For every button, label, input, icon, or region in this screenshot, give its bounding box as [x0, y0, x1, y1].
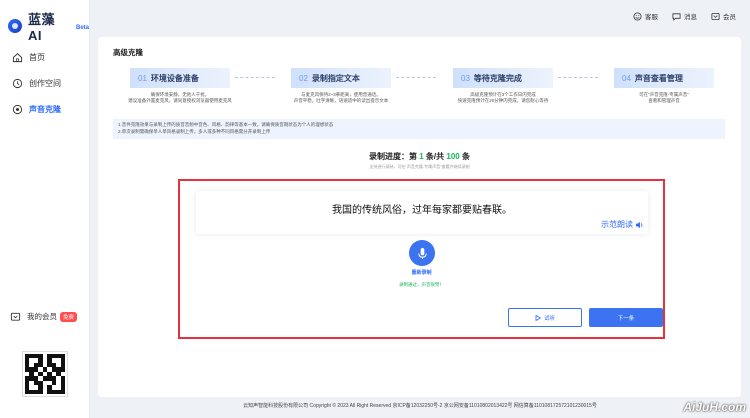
- notice-line: 2.单次录制需确保单人单风格录制上传，多人或多种不同风格需分开录制上传: [118, 128, 271, 134]
- sidebar-nav: 首页 创作空间 声音克隆: [0, 44, 90, 122]
- messages-link[interactable]: 消息: [672, 11, 697, 21]
- step-description: 高级克隆预计在3个工作日内完成 快速克隆预计在20分钟内完成，请您耐心等待: [457, 92, 549, 103]
- demo-read-button[interactable]: 示范朗读: [601, 219, 644, 230]
- step-4: 04 声音查看管理: [614, 68, 714, 88]
- member-label: 我的会员: [27, 312, 57, 321]
- member-link[interactable]: 会员: [711, 11, 736, 21]
- record-progress: 录制进度：第 1 条/共 100 条: [369, 152, 470, 161]
- step-title: 声音查看管理: [634, 73, 683, 83]
- main-panel: 高级克隆 01 环境设备准备 02 录制指定文本 03 等待克隆完成 04 声音…: [98, 37, 741, 397]
- next-button[interactable]: 下一条: [589, 308, 663, 327]
- speaker-icon: [635, 221, 643, 228]
- sidebar-item-label: 首页: [29, 52, 45, 62]
- recording-area: 我国的传统风俗，过年每家都要贴春联。 示范朗读 重新录制 录制通过，声音很赞！ …: [178, 179, 665, 339]
- member-free-badge: 免费: [60, 311, 78, 322]
- step-title: 等待克隆完成: [473, 73, 522, 83]
- brand-logo[interactable]: 蓝藻 AI Beta: [8, 9, 89, 43]
- step-3: 03 等待克隆完成: [453, 68, 553, 88]
- sentence-text: 我国的传统风俗，过年每家都要贴春联。: [332, 205, 512, 216]
- microphone-icon: [417, 247, 427, 259]
- sidebar-item-voice-clone[interactable]: 声音克隆: [0, 96, 90, 122]
- record-mic-button[interactable]: [409, 240, 435, 266]
- clock-icon: [12, 78, 23, 88]
- brand-name: 蓝藻 AI: [27, 12, 55, 43]
- service-label: 客服: [645, 14, 658, 21]
- step-title: 环境设备准备: [150, 73, 199, 83]
- member-icon: [10, 312, 21, 321]
- member-card-icon: [711, 12, 720, 20]
- step-description: 确保环境安静，无他人干扰。 建议准备外置麦克风，请同意授权浏览器使用麦克风: [128, 92, 232, 103]
- step-2: 02 录制指定文本: [291, 68, 391, 88]
- step-divider: [396, 77, 436, 78]
- messages-label: 消息: [684, 14, 697, 21]
- progress-hint: 支持进行录制，可在"声音克隆-专属声音"查看并继续录制: [369, 164, 470, 169]
- step-1: 01 环境设备准备: [130, 68, 230, 88]
- sidebar: 蓝藻 AI Beta 首页 创作空间 声音克隆 我的会员 免费: [0, 0, 90, 418]
- step-description: 与麦克风保持2~3拳距离，使用普通话。 声音平稳，吐字清晰，语速适中的读出提示文本: [293, 92, 389, 103]
- sidebar-item-home[interactable]: 首页: [0, 44, 90, 70]
- voice-icon: [12, 104, 23, 114]
- beta-badge: Beta: [75, 24, 89, 31]
- sidebar-item-label: 创作空间: [29, 78, 61, 88]
- step-title: 录制指定文本: [311, 73, 360, 83]
- step-number: 01: [138, 73, 147, 83]
- sidebar-item-member[interactable]: 我的会员 免费: [10, 311, 78, 322]
- message-icon: [672, 12, 681, 21]
- step-number: 04: [622, 73, 631, 83]
- rerecord-label[interactable]: 重新录制: [180, 269, 663, 276]
- step-number: 02: [299, 73, 308, 83]
- steps-bar: 01 环境设备准备 02 录制指定文本 03 等待克隆完成 04 声音查看管理 …: [98, 68, 741, 103]
- service-link[interactable]: 客服: [633, 11, 658, 21]
- page-title: 高级克隆: [113, 48, 143, 57]
- progress-current: 1: [419, 152, 424, 161]
- listen-button[interactable]: 试听: [508, 308, 582, 327]
- watermark: AiJuH.com: [683, 400, 746, 414]
- play-icon: [535, 314, 541, 321]
- sidebar-item-workspace[interactable]: 创作空间: [0, 70, 90, 96]
- footer-copyright: 云知声智能科技股份有限公司 Copyright © 2023 All Right…: [243, 403, 597, 409]
- step-divider: [235, 77, 275, 78]
- progress-total: 100: [446, 152, 460, 161]
- record-passed-message: 录制通过，声音很赞！: [399, 282, 444, 287]
- home-icon: [12, 52, 23, 62]
- logo-icon: [8, 19, 22, 33]
- step-number: 03: [461, 73, 470, 83]
- step-divider: [558, 77, 598, 78]
- smile-icon: [633, 11, 642, 21]
- sentence-card: 我国的传统风俗，过年每家都要贴春联。 示范朗读: [196, 191, 648, 234]
- top-bar: 客服 消息 会员: [90, 0, 750, 32]
- step-description: 可在"声音克隆-专属声音" 查看和管理声音: [639, 92, 689, 103]
- sidebar-item-label: 声音克隆: [29, 104, 61, 114]
- member-top-label: 会员: [723, 14, 736, 21]
- qr-code: [22, 351, 68, 397]
- notice-box: 1.音件克隆效果与录制上传的质音音频中音色、风格、韵律等基本一致，请确保质音期状…: [113, 119, 725, 139]
